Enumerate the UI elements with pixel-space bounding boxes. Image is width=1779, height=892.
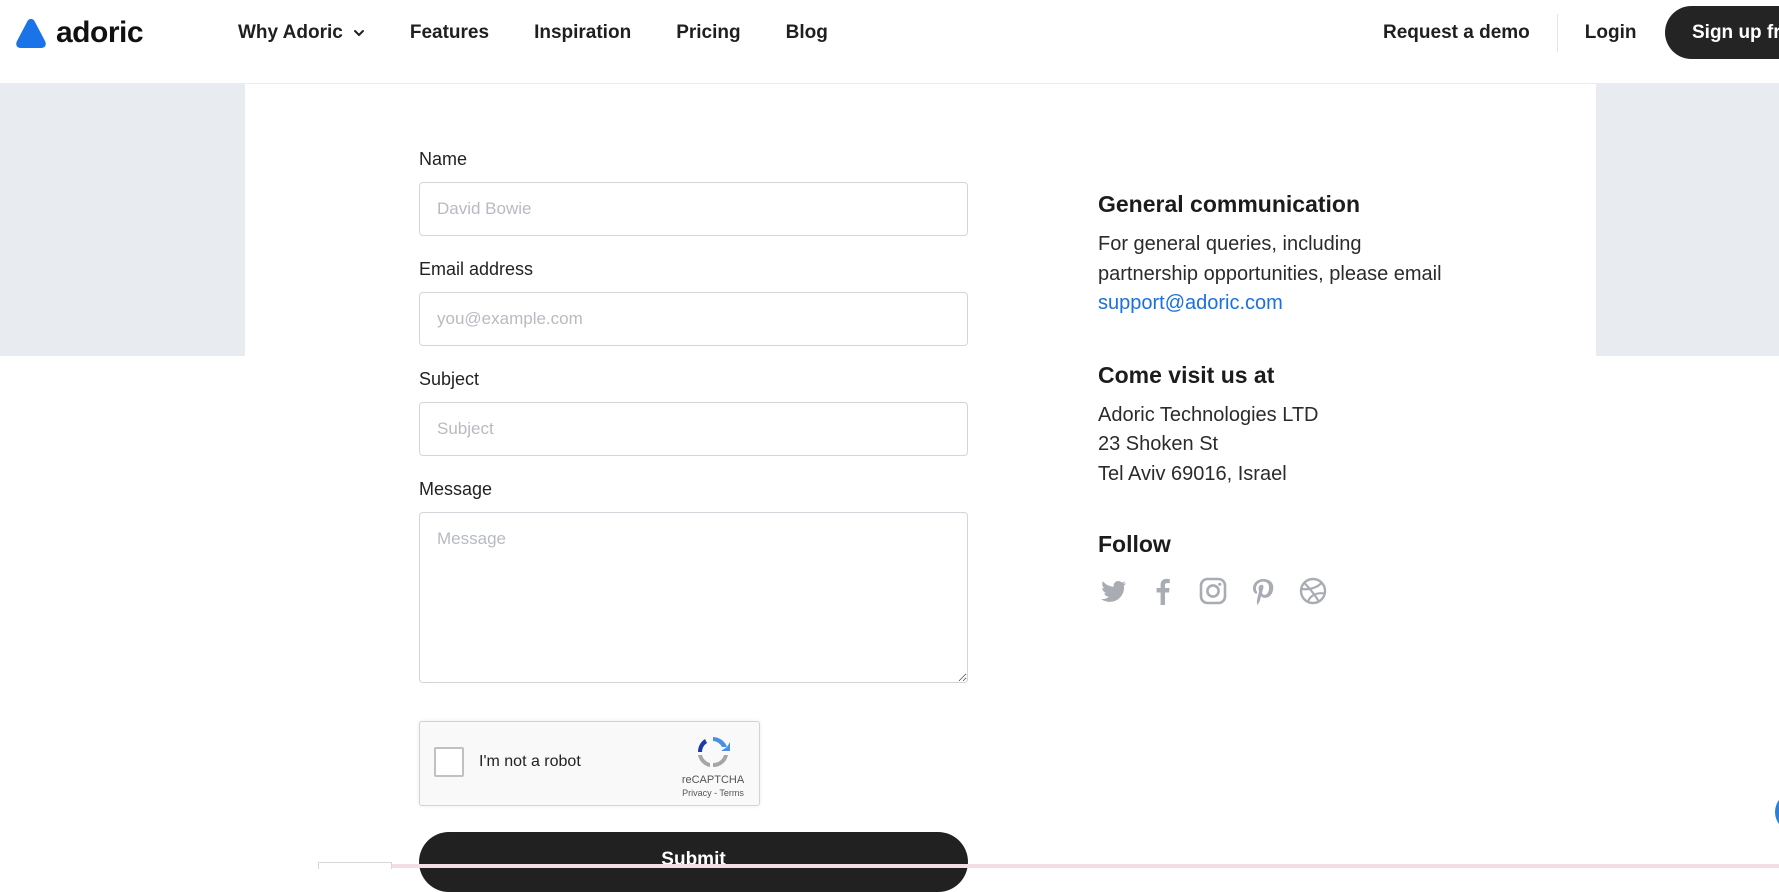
signup-button[interactable]: Sign up fre [1665,6,1779,59]
nav-blog[interactable]: Blog [786,20,828,46]
subject-label: Subject [419,369,480,389]
address: Adoric Technologies LTD 23 Shoken St Tel… [1098,401,1458,490]
nav-why-adoric[interactable]: Why Adoric [238,20,365,46]
name-label: Name [419,149,468,169]
address-line: 23 Shoken St [1098,433,1219,455]
email-label: Email address [419,259,534,279]
login-link[interactable]: Login [1585,22,1637,44]
instagram-icon[interactable] [1198,576,1228,606]
main-nav: Why Adoric Features Inspiration Pricing … [238,20,873,46]
recaptcha-logo-icon [697,737,730,768]
support-email-link[interactable]: support@adoric.com [1098,292,1283,314]
message-textarea[interactable] [419,512,968,683]
general-communication-text: For general queries, including partnersh… [1098,230,1458,319]
brand-name: adoric [56,16,144,49]
pinterest-icon[interactable] [1248,576,1278,606]
contact-form: Name Email address Subject Message [419,148,968,705]
address-line: Adoric Technologies LTD [1098,403,1319,426]
nav-inspiration[interactable]: Inspiration [534,20,631,46]
nav-label: Inspiration [534,22,632,43]
recaptcha-widget: I'm not a robot reCAPTCHA Privacy - Term… [419,721,760,806]
message-group: Message [419,478,968,683]
nav-pricing[interactable]: Pricing [676,20,740,46]
account-nav: Request a demo Login [1383,0,1636,66]
twitter-icon[interactable] [1098,576,1128,606]
recaptcha-brand: reCAPTCHA [681,774,745,786]
facebook-icon[interactable] [1148,576,1178,606]
subject-group: Subject [419,368,968,456]
contact-info: General communication For general querie… [1098,190,1458,606]
background-band-right [1596,84,1779,356]
nav-label: Features [409,22,490,43]
nav-label: Pricing [676,22,741,43]
recaptcha-label: I'm not a robot [479,753,581,770]
chevron-down-icon [353,30,364,37]
email-group: Email address [419,258,968,346]
recaptcha-links[interactable]: Privacy - Terms [674,788,752,798]
nav-label: Blog [785,22,828,43]
visit-heading: Come visit us at [1098,361,1275,388]
follow-heading: Follow [1098,531,1171,557]
submit-button[interactable]: Submit [419,832,968,892]
general-text: For general queries, including partnersh… [1098,233,1442,285]
background-band-left [0,84,245,356]
request-demo-link[interactable]: Request a demo [1383,22,1530,44]
dribbble-icon[interactable] [1298,576,1328,606]
subject-input[interactable] [419,402,968,456]
social-links [1098,576,1458,606]
nav-divider [1556,14,1558,52]
bottom-bar [318,864,1779,868]
recaptcha-checkbox[interactable] [434,747,464,777]
site-header: adoric Why Adoric Features Inspiration P… [0,0,1779,84]
name-group: Name [419,148,968,236]
nav-label: Why Adoric [238,22,343,43]
name-input[interactable] [419,182,968,236]
email-input[interactable] [419,292,968,346]
adoric-logo[interactable]: adoric [14,16,144,50]
address-line: Tel Aviv 69016, Israel [1098,462,1287,485]
message-label: Message [419,479,493,499]
adoric-logo-icon [16,19,46,48]
chat-widget-button[interactable] [1775,792,1779,832]
nav-features[interactable]: Features [410,20,489,46]
general-communication-heading: General communication [1098,191,1361,217]
